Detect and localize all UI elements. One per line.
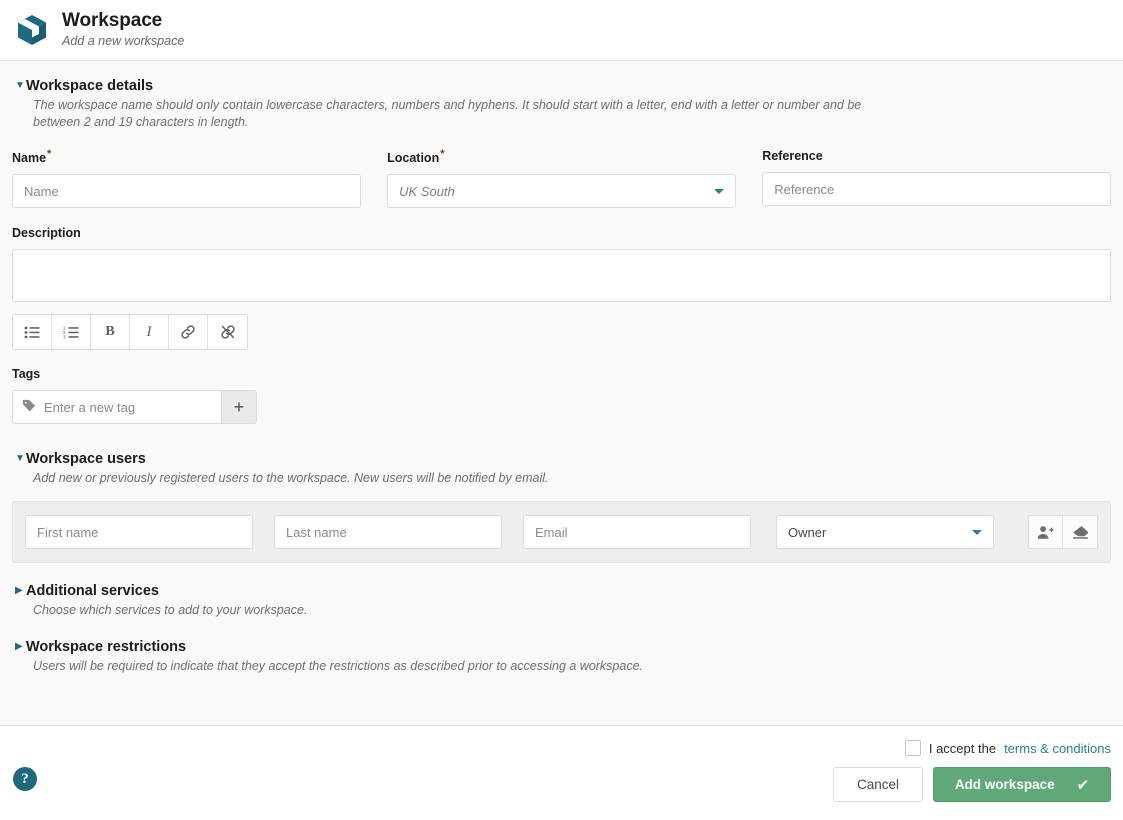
link-icon[interactable] bbox=[169, 315, 208, 350]
rich-text-toolbar: 1 2 3 B I bbox=[12, 314, 248, 351]
section-additional-services-header[interactable]: ▶ Additional services bbox=[12, 582, 1111, 600]
field-row-primary: Name* Name Location* UK South Reference … bbox=[12, 147, 1111, 209]
user-row: First name Last name Email Owner bbox=[12, 501, 1111, 564]
terms-and-conditions-link[interactable]: terms & conditions bbox=[1004, 741, 1111, 756]
chevron-down-icon[interactable] bbox=[713, 188, 724, 194]
page-header: Workspace Add a new workspace bbox=[0, 0, 1123, 61]
tag-input-placeholder: Enter a new tag bbox=[44, 399, 136, 415]
section-workspace-details-header[interactable]: ▼ Workspace details bbox=[12, 77, 1111, 95]
role-select-value: Owner bbox=[788, 524, 827, 540]
email-placeholder: Email bbox=[535, 524, 568, 540]
user-row-actions bbox=[1028, 515, 1098, 550]
label-location-text: Location bbox=[387, 151, 440, 166]
eraser-icon[interactable] bbox=[1063, 516, 1097, 549]
tag-input[interactable]: Enter a new tag bbox=[12, 390, 221, 425]
first-name-placeholder: First name bbox=[37, 524, 99, 540]
header-text-block: Workspace Add a new workspace bbox=[62, 11, 184, 49]
reference-input[interactable]: Reference bbox=[762, 172, 1111, 206]
footer-button-row: Cancel Add workspace ✔ bbox=[12, 767, 1111, 802]
chevron-right-icon[interactable]: ▶ bbox=[12, 638, 26, 656]
location-select[interactable]: UK South bbox=[387, 174, 736, 209]
label-tags: Tags bbox=[12, 367, 41, 382]
add-workspace-label: Add workspace bbox=[954, 777, 1055, 792]
section-additional-services: ▶ Additional services Choose which servi… bbox=[12, 582, 1111, 619]
label-location: Location* bbox=[387, 147, 444, 166]
section-title-additional-services: Additional services bbox=[26, 583, 159, 600]
chevron-down-icon[interactable] bbox=[972, 529, 982, 535]
accept-terms-checkbox[interactable] bbox=[904, 740, 921, 756]
italic-icon[interactable]: I bbox=[130, 315, 169, 350]
help-icon[interactable]: ? bbox=[13, 767, 37, 791]
label-name-text: Name bbox=[12, 151, 47, 166]
section-title-workspace-users: Workspace users bbox=[26, 451, 146, 468]
required-asterisk-location: * bbox=[440, 148, 445, 160]
section-workspace-restrictions-header[interactable]: ▶ Workspace restrictions bbox=[12, 638, 1111, 656]
section-description-workspace-details: The workspace name should only contain l… bbox=[33, 98, 862, 129]
email-input[interactable]: Email bbox=[523, 515, 751, 550]
last-name-input[interactable]: Last name bbox=[274, 515, 502, 550]
accept-terms-label: I accept the bbox=[928, 740, 997, 756]
page-subtitle: Add a new workspace bbox=[62, 34, 185, 48]
cube-icon bbox=[14, 12, 50, 48]
last-name-placeholder: Last name bbox=[286, 524, 347, 540]
add-workspace-button[interactable]: Add workspace ✔ bbox=[933, 767, 1111, 802]
section-workspace-users-header[interactable]: ▼ Workspace users bbox=[12, 450, 1111, 468]
field-group-name: Name* Name bbox=[12, 147, 361, 209]
chevron-down-icon[interactable]: ▼ bbox=[12, 77, 26, 95]
form-content: ▼ Workspace details The workspace name s… bbox=[0, 61, 1123, 725]
tag-icon bbox=[22, 399, 36, 416]
section-description-additional-services: Choose which services to add to your wor… bbox=[33, 603, 308, 618]
section-description-workspace-users: Add new or previously registered users t… bbox=[33, 471, 549, 486]
numbered-list-icon[interactable]: 1 2 3 bbox=[52, 315, 91, 350]
section-title-workspace-restrictions: Workspace restrictions bbox=[26, 639, 187, 656]
reference-input-placeholder: Reference bbox=[774, 181, 835, 197]
field-group-reference: Reference Reference bbox=[762, 147, 1111, 208]
field-group-tags: Tags Enter a new tag + bbox=[12, 350, 1111, 425]
add-tag-button[interactable]: + bbox=[221, 390, 257, 425]
cancel-button[interactable]: Cancel bbox=[833, 767, 923, 802]
description-textarea[interactable] bbox=[12, 249, 1111, 303]
field-group-location: Location* UK South bbox=[387, 147, 736, 209]
field-group-description: Description bbox=[12, 224, 1111, 303]
name-input[interactable]: Name bbox=[12, 174, 361, 209]
section-description-workspace-restrictions: Users will be required to indicate that … bbox=[33, 659, 644, 674]
required-asterisk-name: * bbox=[47, 148, 52, 160]
section-workspace-restrictions: ▶ Workspace restrictions Users will be r… bbox=[12, 638, 1111, 675]
chevron-down-icon[interactable]: ▼ bbox=[12, 450, 26, 468]
name-input-placeholder: Name bbox=[24, 183, 59, 199]
check-icon: ✔ bbox=[1076, 776, 1090, 794]
page-footer: ? I accept the terms & conditions Cancel… bbox=[0, 725, 1123, 820]
location-select-value: UK South bbox=[399, 183, 455, 199]
chevron-right-icon[interactable]: ▶ bbox=[12, 582, 26, 600]
add-user-icon[interactable] bbox=[1029, 516, 1063, 549]
section-title-workspace-details: Workspace details bbox=[26, 78, 154, 94]
first-name-input[interactable]: First name bbox=[25, 515, 253, 550]
unlink-icon[interactable] bbox=[208, 315, 247, 350]
label-name: Name* bbox=[12, 147, 51, 166]
page-title: Workspace bbox=[62, 10, 163, 31]
svg-text:3: 3 bbox=[63, 334, 66, 338]
label-description: Description bbox=[12, 226, 81, 241]
bold-icon[interactable]: B bbox=[91, 315, 130, 350]
role-select[interactable]: Owner bbox=[776, 515, 994, 550]
tags-control: Enter a new tag + bbox=[12, 390, 257, 425]
label-reference: Reference bbox=[762, 149, 823, 163]
bullet-list-icon[interactable] bbox=[13, 315, 52, 350]
accept-terms-row: I accept the terms & conditions bbox=[12, 726, 1111, 756]
